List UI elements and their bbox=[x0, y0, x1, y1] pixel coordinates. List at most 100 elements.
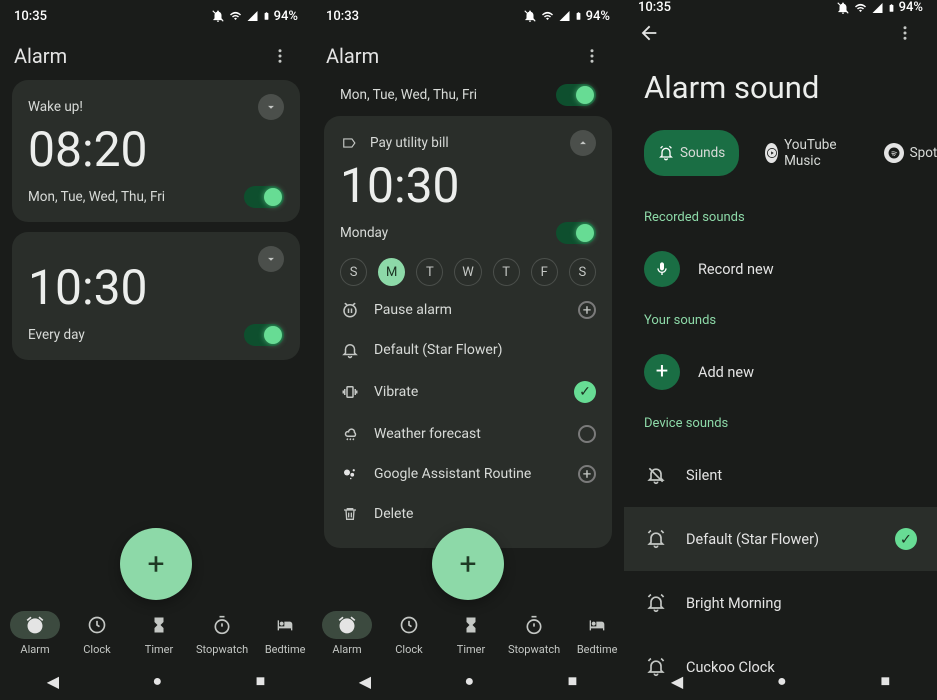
screen-alarm-expanded: 10:33 94% Alarm Mon, Tue, Wed, Thu, Fri … bbox=[312, 0, 624, 700]
timer-icon bbox=[150, 616, 168, 634]
alarm-card[interactable]: Wake up! 08:20 Mon, Tue, Wed, Thu, Fri bbox=[12, 80, 300, 222]
signal-icon bbox=[871, 2, 884, 14]
radio-icon bbox=[578, 425, 596, 443]
bell-icon bbox=[341, 341, 359, 359]
alarm-card[interactable]: 10:30 Every day bbox=[12, 232, 300, 360]
home-button[interactable]: ● bbox=[777, 671, 787, 691]
timer-icon bbox=[462, 616, 480, 634]
day-sun[interactable]: S bbox=[340, 258, 367, 286]
stopwatch-icon bbox=[212, 615, 232, 635]
status-bar: 10:35 94% bbox=[624, 0, 937, 15]
pause-alarm-option[interactable]: Pause alarm + bbox=[340, 290, 596, 330]
nav-bedtime[interactable]: Bedtime bbox=[254, 609, 312, 658]
sound-source-tabs: Sounds YouTube Music Spotify bbox=[624, 130, 937, 176]
bell-off-icon bbox=[644, 457, 668, 493]
sound-item-default[interactable]: Default (Star Flower) ✓ bbox=[624, 507, 937, 571]
back-button[interactable]: ◀ bbox=[359, 672, 371, 691]
alarm-label-row[interactable]: Pay utility bill bbox=[340, 135, 449, 151]
back-button[interactable]: ◀ bbox=[671, 672, 683, 691]
spotify-icon bbox=[884, 143, 904, 163]
more-button[interactable] bbox=[887, 15, 923, 51]
bedtime-icon bbox=[586, 617, 608, 633]
add-alarm-fab[interactable]: + bbox=[120, 528, 192, 600]
status-icons: 94% bbox=[523, 9, 610, 24]
add-alarm-fab[interactable]: + bbox=[432, 528, 504, 600]
nav-timer[interactable]: Timer bbox=[128, 609, 190, 658]
day-mon[interactable]: M bbox=[378, 258, 405, 286]
alarm-toggle[interactable] bbox=[244, 324, 284, 346]
nav-timer[interactable]: Timer bbox=[440, 609, 502, 658]
clock-icon bbox=[87, 615, 107, 635]
alarm-time[interactable]: 10:30 bbox=[28, 264, 284, 312]
expand-button[interactable] bbox=[258, 246, 284, 272]
alarm-toggle[interactable] bbox=[556, 222, 596, 244]
alarm-card-expanded: Pay utility bill 10:30 Monday S M T W T … bbox=[324, 116, 612, 548]
more-button[interactable] bbox=[262, 38, 298, 74]
chevron-down-icon bbox=[264, 100, 278, 114]
system-nav: ◀ ● ■ bbox=[0, 662, 312, 700]
nav-bedtime[interactable]: Bedtime bbox=[566, 609, 624, 658]
weather-icon bbox=[341, 425, 359, 443]
label-icon bbox=[340, 136, 358, 150]
weather-option[interactable]: Weather forecast bbox=[340, 414, 596, 454]
back-button[interactable]: ◀ bbox=[47, 672, 59, 691]
day-thu[interactable]: T bbox=[493, 258, 520, 286]
nav-alarm[interactable]: Alarm bbox=[4, 609, 66, 658]
nav-stopwatch[interactable]: Stopwatch bbox=[502, 609, 566, 658]
sound-option[interactable]: Default (Star Flower) bbox=[340, 330, 596, 370]
alarm-repeat: Monday bbox=[340, 225, 388, 241]
bottom-nav: Alarm Clock Timer Stopwatch Bedtime bbox=[312, 604, 624, 662]
assistant-option[interactable]: Google Assistant Routine + bbox=[340, 454, 596, 494]
overview-button[interactable]: ■ bbox=[568, 671, 578, 691]
add-new-button[interactable]: + Add new bbox=[624, 340, 937, 404]
record-new-button[interactable]: Record new bbox=[624, 237, 937, 301]
day-tue[interactable]: T bbox=[416, 258, 443, 286]
battery-icon bbox=[262, 9, 271, 23]
system-nav: ◀ ● ■ bbox=[624, 662, 937, 700]
home-button[interactable]: ● bbox=[464, 671, 474, 691]
pause-alarm-icon bbox=[341, 301, 359, 319]
alarm-toggle[interactable] bbox=[244, 186, 284, 208]
overview-button[interactable]: ■ bbox=[880, 671, 890, 691]
overview-button[interactable]: ■ bbox=[256, 671, 266, 691]
sound-item-bright[interactable]: Bright Morning bbox=[624, 571, 937, 635]
alarm-icon bbox=[25, 615, 45, 635]
nav-clock[interactable]: Clock bbox=[66, 609, 128, 658]
tab-spotify[interactable]: Spotify bbox=[870, 130, 937, 176]
status-time: 10:35 bbox=[14, 9, 47, 24]
home-button[interactable]: ● bbox=[152, 671, 162, 691]
youtube-music-icon bbox=[765, 143, 778, 163]
day-sat[interactable]: S bbox=[569, 258, 596, 286]
more-button[interactable] bbox=[574, 38, 610, 74]
tab-sounds[interactable]: Sounds bbox=[644, 130, 739, 176]
battery-icon bbox=[887, 1, 896, 15]
bedtime-icon bbox=[274, 617, 296, 633]
back-button[interactable] bbox=[638, 15, 674, 51]
add-icon: + bbox=[578, 465, 596, 483]
battery-percent: 94% bbox=[274, 9, 298, 24]
alarm-time[interactable]: 10:30 bbox=[340, 162, 596, 210]
day-fri[interactable]: F bbox=[531, 258, 558, 286]
system-nav: ◀ ● ■ bbox=[312, 662, 624, 700]
day-wed[interactable]: W bbox=[454, 258, 481, 286]
nav-alarm[interactable]: Alarm bbox=[316, 609, 378, 658]
expand-button[interactable] bbox=[258, 94, 284, 120]
signal-icon bbox=[558, 10, 571, 22]
vibrate-option[interactable]: Vibrate ✓ bbox=[340, 370, 596, 414]
status-time: 10:33 bbox=[326, 9, 359, 24]
sound-item-silent[interactable]: Silent bbox=[624, 443, 937, 507]
status-bar: 10:33 94% bbox=[312, 0, 624, 32]
alarm-label: Pay utility bill bbox=[370, 135, 449, 151]
nav-clock[interactable]: Clock bbox=[378, 609, 440, 658]
alarm-toggle[interactable] bbox=[556, 84, 596, 106]
arrow-back-icon bbox=[638, 22, 660, 44]
tab-youtube-music[interactable]: YouTube Music bbox=[751, 130, 857, 176]
nav-stopwatch[interactable]: Stopwatch bbox=[190, 609, 254, 658]
add-icon: + bbox=[578, 301, 596, 319]
mute-icon bbox=[523, 9, 537, 23]
mic-icon bbox=[644, 251, 680, 287]
check-icon: ✓ bbox=[574, 381, 596, 403]
collapse-button[interactable] bbox=[570, 130, 596, 156]
battery-icon bbox=[574, 9, 583, 23]
alarm-time[interactable]: 08:20 bbox=[28, 126, 284, 174]
